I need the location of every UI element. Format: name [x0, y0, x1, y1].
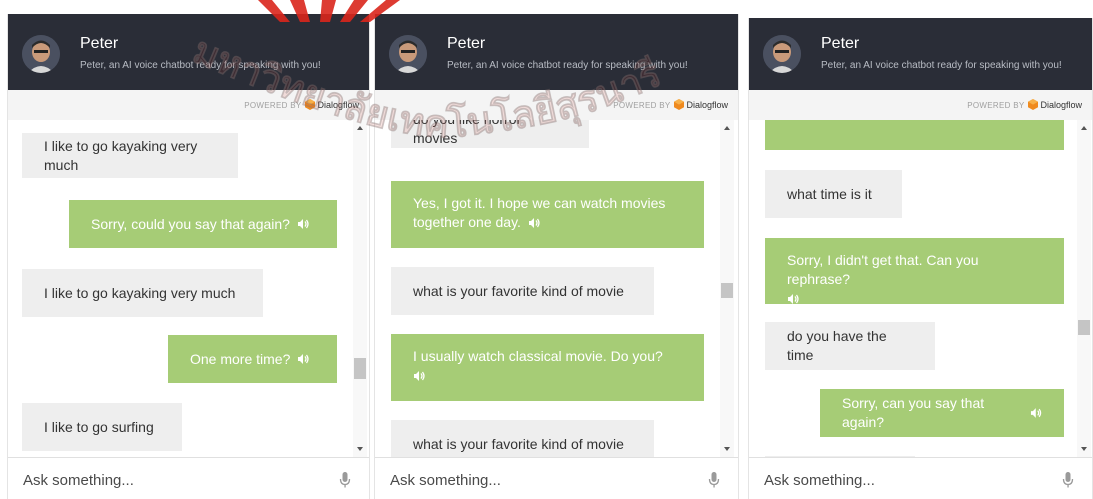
speaker-icon[interactable]: [528, 217, 540, 229]
scrollbar[interactable]: [720, 120, 734, 457]
bot-name: Peter: [80, 35, 119, 52]
bot-description: Peter, an AI voice chatbot ready for spe…: [80, 60, 321, 71]
scroll-up-arrow-icon[interactable]: [724, 126, 730, 130]
speaker-icon[interactable]: [1030, 407, 1042, 419]
message-list: do you like horror movies Yes, I got it.…: [375, 120, 738, 457]
scroll-down-arrow-icon[interactable]: [724, 447, 730, 451]
bot-message: Sorry, I didn't get that. Can you rephra…: [765, 238, 1064, 304]
speaker-icon[interactable]: [413, 370, 425, 382]
bot-message: Sorry, could you say that again?: [69, 200, 337, 248]
chat-header: Peter Peter, an AI voice chatbot ready f…: [749, 18, 1092, 90]
user-message: what time is it: [765, 170, 902, 218]
dialogflow-label: Dialogflow: [686, 100, 728, 110]
scrollbar[interactable]: [1077, 120, 1091, 457]
bot-message: One more time?: [168, 335, 337, 383]
chat-window-3: Peter Peter, an AI voice chatbot ready f…: [748, 18, 1093, 499]
microphone-icon[interactable]: [339, 471, 351, 489]
powered-by-label: POWERED BY: [613, 101, 671, 110]
speaker-icon[interactable]: [787, 293, 799, 305]
microphone-icon[interactable]: [1062, 471, 1074, 489]
scroll-up-arrow-icon[interactable]: [357, 126, 363, 130]
user-message: I like to go kayaking very much: [22, 133, 238, 178]
dialogflow-icon: [1028, 93, 1039, 110]
input-bar: [375, 457, 738, 499]
dialogflow-icon: [305, 93, 316, 110]
message-list: what time is it Sorry, I didn't get that…: [749, 120, 1092, 457]
speaker-icon[interactable]: [297, 353, 310, 365]
user-message: what is your favorite kind of movie: [391, 267, 654, 315]
powered-by-label: POWERED BY: [244, 101, 302, 110]
bot-message: Sorry, can you say that again?: [820, 389, 1064, 437]
bot-avatar: [763, 35, 801, 73]
powered-by-bar: POWERED BY Dialogflow: [375, 90, 738, 120]
user-message: what is your favorite kind of movie: [391, 420, 654, 457]
user-message: do you have the time: [765, 322, 935, 370]
bot-name: Peter: [447, 35, 486, 52]
scroll-thumb[interactable]: [354, 358, 366, 379]
message-input[interactable]: [390, 468, 660, 492]
scroll-thumb[interactable]: [721, 283, 733, 298]
bot-name: Peter: [821, 35, 860, 52]
chat-header: Peter Peter, an AI voice chatbot ready f…: [8, 14, 369, 90]
dialogflow-label: Dialogflow: [1040, 100, 1082, 110]
bot-message: [765, 120, 1064, 150]
user-message: do you like horror movies: [391, 120, 589, 148]
message-input[interactable]: [23, 468, 293, 492]
bot-avatar: [389, 35, 427, 73]
scrollbar[interactable]: [353, 120, 367, 457]
powered-by-bar: POWERED BY Dialogflow: [749, 90, 1092, 120]
bot-description: Peter, an AI voice chatbot ready for spe…: [447, 60, 688, 71]
input-bar: [749, 457, 1092, 499]
scroll-up-arrow-icon[interactable]: [1081, 126, 1087, 130]
message-input[interactable]: [764, 468, 1034, 492]
microphone-icon[interactable]: [708, 471, 720, 489]
user-message: I like to go surfing: [22, 403, 182, 451]
dialogflow-icon: [674, 93, 685, 110]
bot-description: Peter, an AI voice chatbot ready for spe…: [821, 60, 1062, 71]
speaker-icon[interactable]: [297, 218, 309, 230]
bot-message: Yes, I got it. I hope we can watch movie…: [391, 181, 704, 248]
bot-message: I usually watch classical movie. Do you?: [391, 334, 704, 401]
chat-window-1: Peter Peter, an AI voice chatbot ready f…: [7, 14, 370, 499]
user-message: I like to go kayaking very much: [22, 269, 263, 317]
chat-header: Peter Peter, an AI voice chatbot ready f…: [375, 14, 738, 90]
scroll-down-arrow-icon[interactable]: [357, 447, 363, 451]
chat-window-2: Peter Peter, an AI voice chatbot ready f…: [374, 14, 739, 499]
powered-by-label: POWERED BY: [967, 101, 1025, 110]
dialogflow-label: Dialogflow: [317, 100, 359, 110]
bot-avatar: [22, 35, 60, 73]
message-list: I like to go kayaking very much Sorry, c…: [8, 120, 369, 457]
input-bar: [8, 457, 369, 499]
scroll-thumb[interactable]: [1078, 320, 1090, 335]
powered-by-bar: POWERED BY Dialogflow: [8, 90, 369, 120]
scroll-down-arrow-icon[interactable]: [1081, 447, 1087, 451]
